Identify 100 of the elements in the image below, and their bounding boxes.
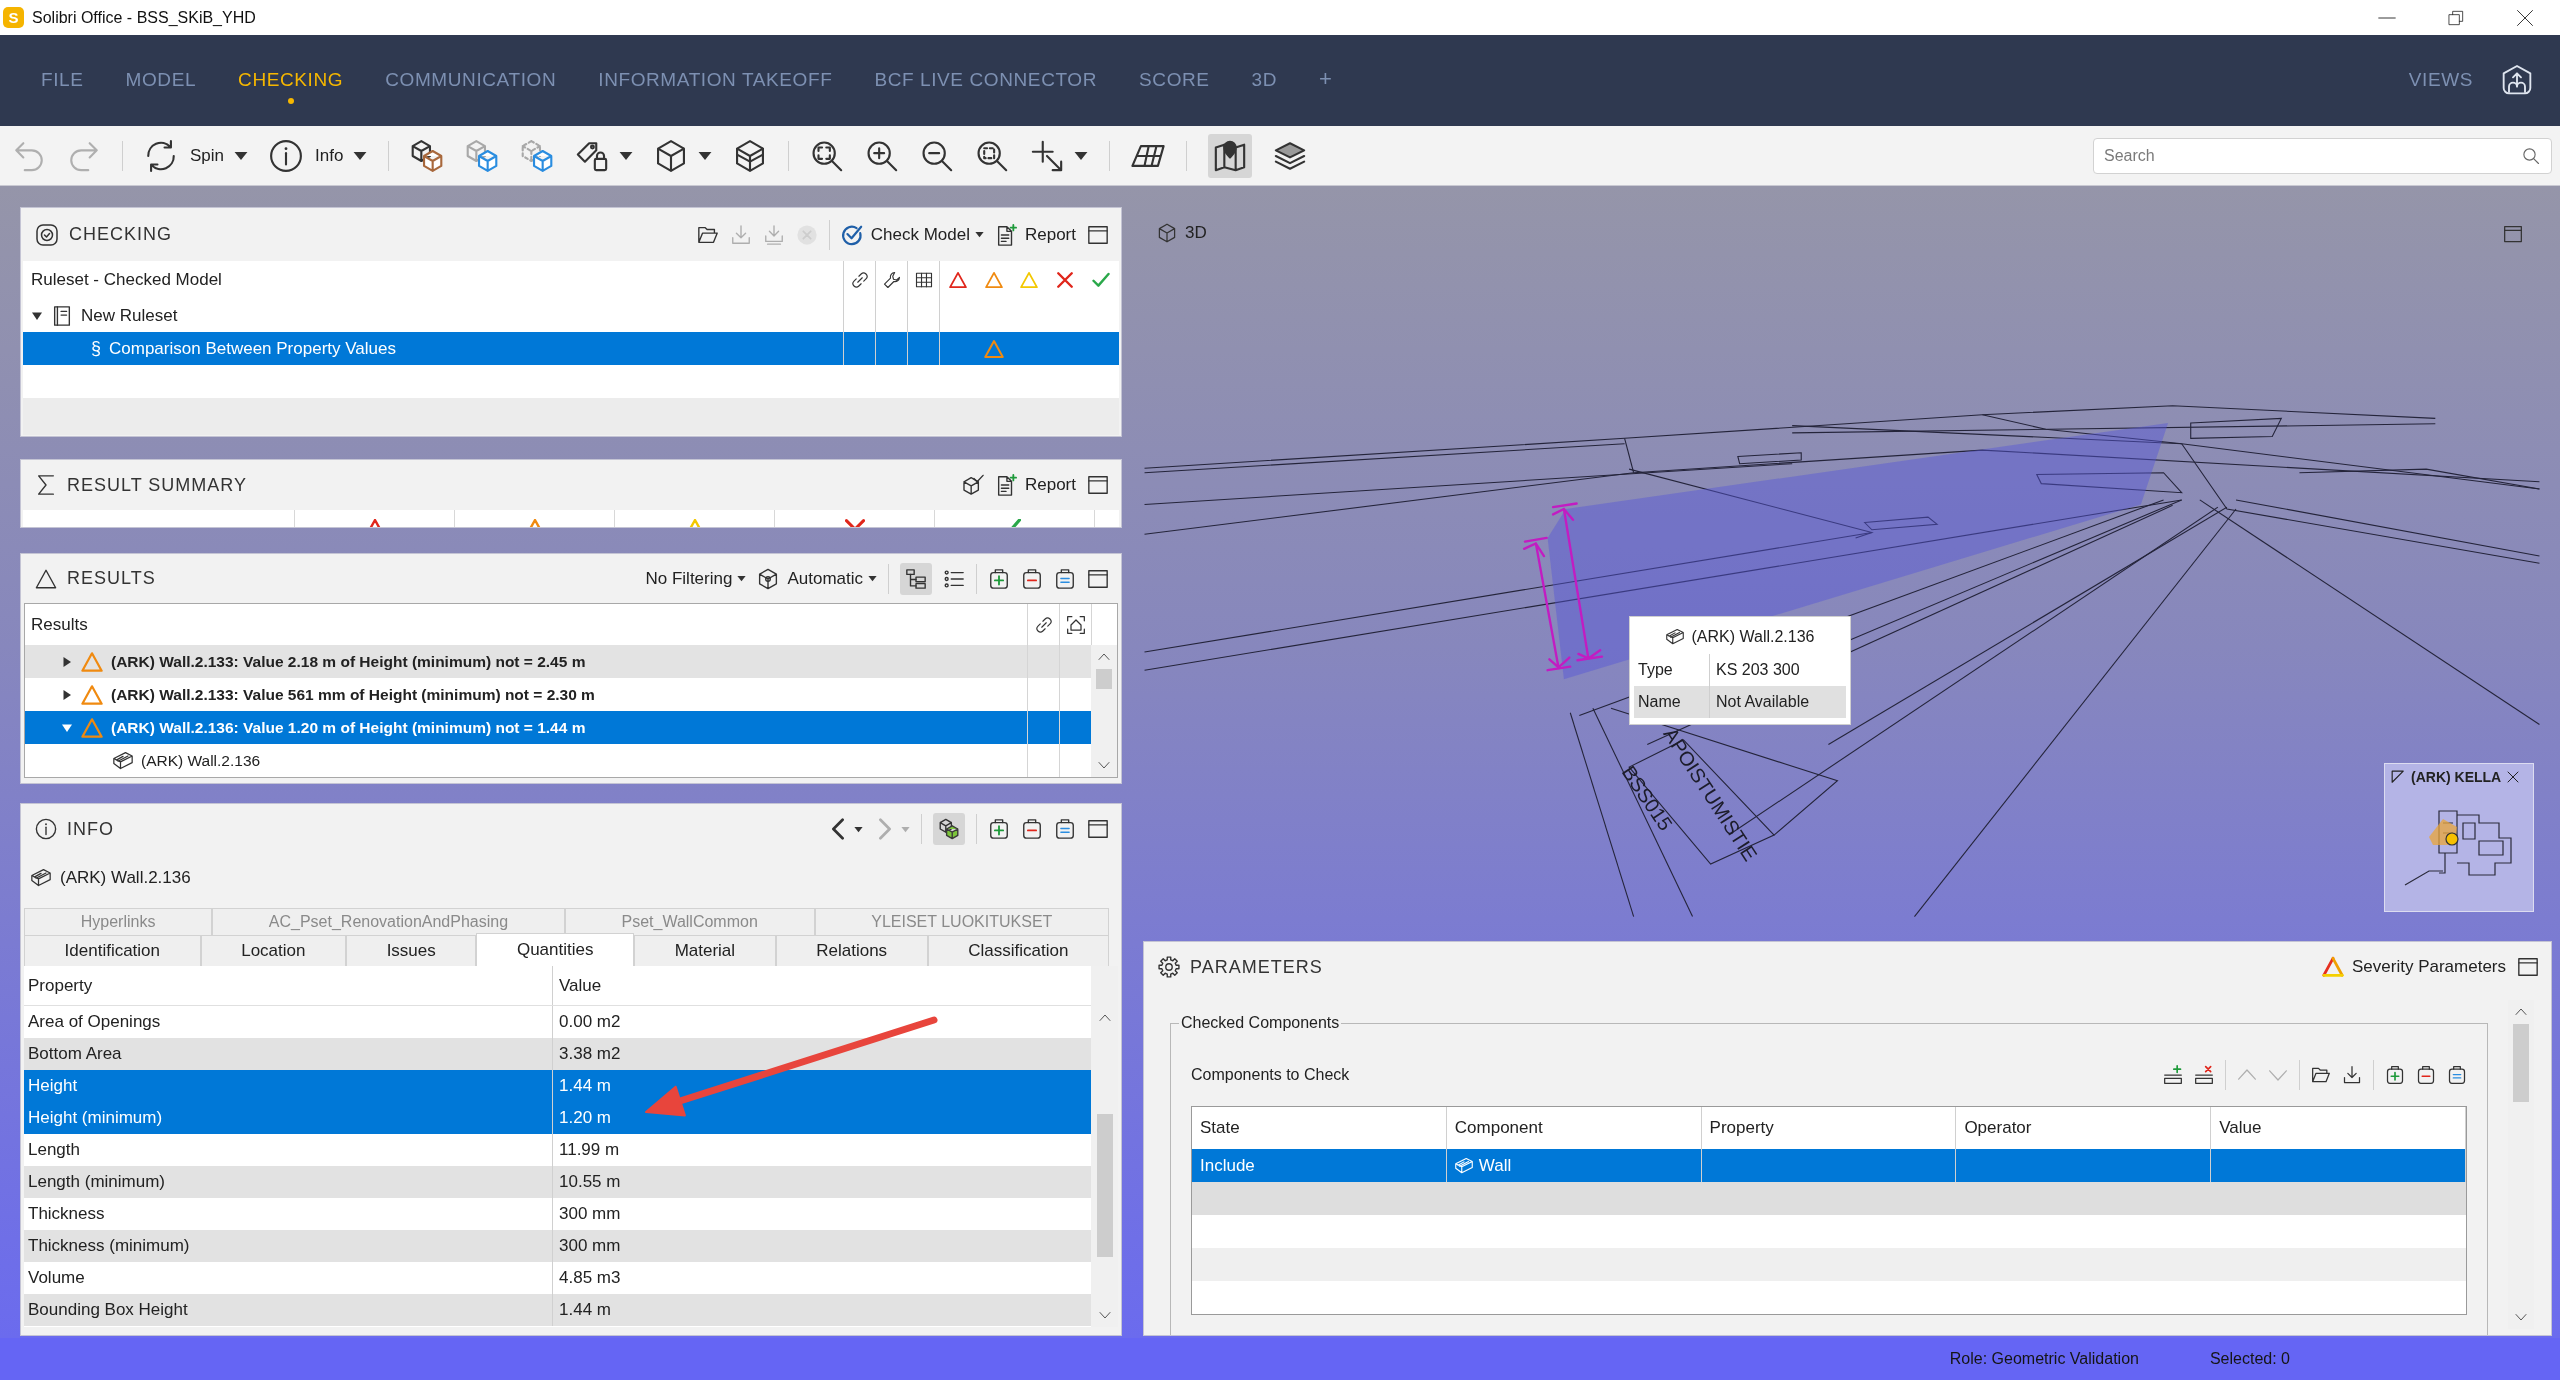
- sigma-icon: [35, 474, 57, 496]
- caret-down-icon[interactable]: [737, 574, 747, 583]
- equals-icon[interactable]: [1054, 567, 1076, 590]
- vertical-scrollbar[interactable]: [1091, 645, 1117, 777]
- column-header: Results: [30, 614, 88, 635]
- table-row[interactable]: Include Wall: [1192, 1149, 2466, 1182]
- tab[interactable]: Location: [200, 935, 347, 966]
- spin-button[interactable]: Spin: [144, 138, 225, 173]
- result-row[interactable]: (ARK) Wall.2.133: Value 2.18 m of Height (minimum) not = 2.45 m: [25, 645, 1091, 678]
- report-button[interactable]: Report: [994, 223, 1076, 246]
- hierarchy-icon[interactable]: [900, 562, 932, 595]
- report-button[interactable]: Report: [994, 474, 1076, 496]
- zoom-fit-icon[interactable]: [810, 138, 845, 173]
- chevron-up-icon[interactable]: [1098, 651, 1110, 663]
- caret-down-icon[interactable]: [854, 824, 863, 834]
- cubes-icon[interactable]: [410, 138, 445, 173]
- equals-icon[interactable]: [2447, 1065, 2467, 1085]
- add-icon[interactable]: [988, 567, 1010, 590]
- zoom-window-icon[interactable]: [975, 138, 1010, 173]
- tab[interactable]: Quantities: [476, 933, 635, 966]
- menu-tab[interactable]: INFORMATION TAKEOFF: [584, 35, 847, 115]
- caret-down-icon[interactable]: [868, 574, 877, 583]
- tab[interactable]: Material: [634, 935, 776, 966]
- add-tab-button[interactable]: +: [1305, 35, 1347, 115]
- menu-tab[interactable]: MODEL: [111, 35, 211, 115]
- table-row[interactable]: Bottom Area 3.38 m2: [24, 1038, 1091, 1070]
- app-logo: S: [3, 7, 24, 28]
- caret-right-icon[interactable]: [61, 655, 73, 668]
- tooltip-value: Not Available: [1715, 692, 1810, 712]
- severity-parameters-button[interactable]: Severity Parameters: [2322, 956, 2506, 978]
- download-icon[interactable]: [2342, 1065, 2362, 1085]
- tab[interactable]: Classification: [927, 935, 1109, 966]
- info-button[interactable]: Info: [269, 138, 344, 173]
- tab[interactable]: Identification: [24, 935, 201, 966]
- add-row-icon[interactable]: [2163, 1065, 2183, 1085]
- chevron-down-icon[interactable]: [2515, 1311, 2527, 1323]
- result-text: (ARK) Wall.2.133: Value 2.18 m of Height (minimum) not = 2.45 m: [111, 652, 586, 671]
- tab[interactable]: Issues: [346, 935, 477, 966]
- remove-icon[interactable]: [1021, 567, 1043, 590]
- maximize-icon[interactable]: [1087, 474, 1109, 496]
- table-row[interactable]: Bounding Box Height 1.44 m: [24, 1294, 1091, 1326]
- corner-icon[interactable]: [2391, 770, 2405, 784]
- maximize-icon[interactable]: [1087, 567, 1109, 590]
- chevron-down-icon[interactable]: [1098, 759, 1110, 771]
- list-icon[interactable]: [943, 567, 965, 590]
- equals-icon[interactable]: [1054, 818, 1076, 840]
- remove-icon[interactable]: [2416, 1065, 2436, 1085]
- cubes-icon[interactable]: [933, 813, 965, 845]
- folder-icon[interactable]: [2311, 1065, 2331, 1085]
- section-title: Components to Check: [1191, 1066, 1350, 1084]
- restore-icon[interactable]: [2448, 9, 2464, 26]
- result-row[interactable]: (ARK) Wall.2.136: Value 1.20 m of Height (minimum) not = 1.44 m: [25, 711, 1091, 744]
- property-value: 300 mm: [558, 1235, 622, 1257]
- tab[interactable]: Relations: [775, 935, 928, 966]
- link-icon: [850, 271, 869, 289]
- remove-row-icon[interactable]: [2194, 1065, 2214, 1085]
- mode-dropdown[interactable]: Automatic: [757, 567, 863, 590]
- map-pin-icon[interactable]: [1208, 133, 1253, 178]
- table-row[interactable]: Height 1.44 m: [24, 1070, 1091, 1102]
- property-value: 10.55 m: [558, 1171, 622, 1193]
- table-row[interactable]: Thickness (minimum) 300 mm: [24, 1230, 1091, 1262]
- maximize-icon[interactable]: [2517, 956, 2539, 978]
- maximize-icon[interactable]: [1087, 223, 1109, 246]
- remove-icon[interactable]: [1021, 818, 1043, 840]
- menu-tab[interactable]: BCF LIVE CONNECTOR: [860, 35, 1112, 115]
- cursor-icon[interactable]: [1030, 138, 1065, 173]
- zoom-out-icon[interactable]: [920, 138, 955, 173]
- close-icon[interactable]: [2516, 8, 2534, 27]
- result-text: (ARK) Wall.2.133: Value 561 mm of Height (minimum) not = 2.30 m: [111, 685, 595, 704]
- scrollbar-thumb[interactable]: [2513, 1024, 2529, 1102]
- add-icon[interactable]: [2385, 1065, 2405, 1085]
- chevron-up-icon[interactable]: [2515, 1006, 2527, 1018]
- menu-tab[interactable]: FILE: [27, 35, 98, 115]
- search-icon[interactable]: [2522, 146, 2540, 165]
- menu-tab[interactable]: COMMUNICATION: [371, 35, 571, 115]
- caret-right-icon[interactable]: [61, 688, 73, 701]
- tree-row[interactable]: § Comparison Between Property Values: [23, 332, 1119, 365]
- add-icon[interactable]: [988, 818, 1010, 840]
- table-row[interactable]: Length (minimum) 10.55 m: [24, 1166, 1091, 1198]
- tooltip-label: Name: [1634, 686, 1710, 718]
- menu-tab[interactable]: SCORE: [1125, 35, 1224, 115]
- menu-tab[interactable]: CHECKING: [224, 35, 358, 115]
- cube-check-icon[interactable]: [961, 474, 984, 496]
- scrollbar-thumb[interactable]: [1096, 1114, 1113, 1257]
- chevron-down-icon[interactable]: [1098, 1309, 1111, 1321]
- search-field[interactable]: Search: [2093, 137, 2552, 174]
- house-arrows-icon[interactable]: [2501, 64, 2533, 96]
- panel-title: RESULTS: [67, 568, 156, 589]
- menu-tab[interactable]: 3D: [1237, 35, 1292, 115]
- chevron-up-icon[interactable]: [1098, 1012, 1111, 1024]
- check-model-button[interactable]: Check Model: [840, 223, 970, 246]
- caret-down-icon[interactable]: [974, 230, 984, 239]
- close-icon[interactable]: [2507, 771, 2520, 783]
- scrollbar-thumb[interactable]: [1096, 669, 1112, 689]
- zoom-in-icon[interactable]: [865, 138, 900, 173]
- table-row[interactable]: Height (minimum) 1.20 m: [24, 1102, 1091, 1134]
- maximize-icon[interactable]: [1087, 818, 1109, 840]
- views-button[interactable]: VIEWS: [2394, 35, 2487, 115]
- filter-dropdown[interactable]: No Filtering: [645, 568, 733, 589]
- minimap[interactable]: (ARK) KELLA: [2384, 763, 2534, 912]
